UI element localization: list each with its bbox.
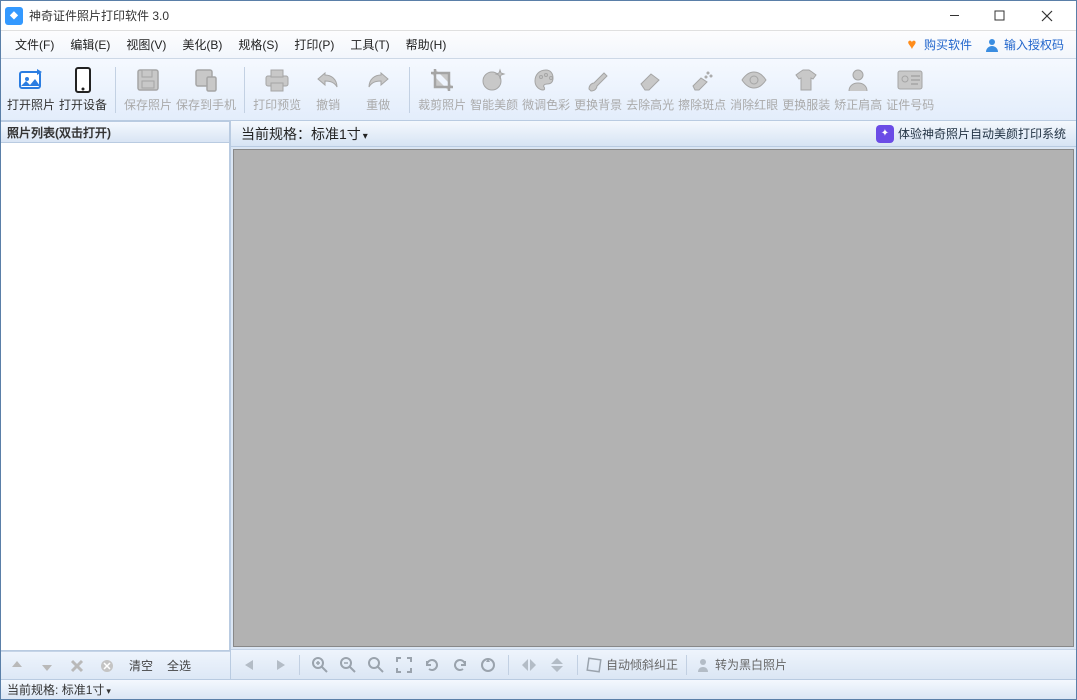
shoulder-icon (844, 66, 872, 94)
minimize-button[interactable] (932, 2, 977, 30)
change-clothes-button[interactable]: 更换服装 (780, 62, 832, 118)
menu-beautify[interactable]: 美化(B) (174, 32, 230, 57)
undo-button[interactable]: 撤销 (303, 62, 353, 118)
image-canvas[interactable] (233, 149, 1074, 647)
printer-icon (263, 66, 291, 94)
id-number-button[interactable]: 证件号码 (884, 62, 936, 118)
canvas-panel: 当前规格： 标准1寸▾ ✦体验神奇照片自动美颜打印系统 自动倾斜纠正 转为黑白照… (231, 121, 1076, 679)
menu-edit[interactable]: 编辑(E) (62, 32, 118, 57)
smart-beauty-button[interactable]: 智能美颜 (468, 62, 520, 118)
rotate-180-button[interactable] (476, 654, 500, 676)
redo-icon (364, 66, 392, 94)
adjust-color-button[interactable]: 微调色彩 (520, 62, 572, 118)
eraser-icon (636, 66, 664, 94)
user-icon (984, 37, 1000, 53)
status-spec-label: 当前规格: (7, 681, 58, 698)
remove-spots-button[interactable]: 擦除斑点 (676, 62, 728, 118)
app-icon: ◆ (5, 7, 23, 25)
flip-h-button[interactable] (517, 654, 541, 676)
spec-bar: 当前规格： 标准1寸▾ ✦体验神奇照片自动美颜打印系统 (231, 121, 1076, 147)
change-bg-button[interactable]: 更换背景 (572, 62, 624, 118)
photo-list[interactable] (1, 143, 230, 651)
photo-list-panel: 照片列表(双击打开) 清空 全选 (1, 121, 231, 679)
save-photo-button[interactable]: 保存照片 (122, 62, 174, 118)
redo-button[interactable]: 重做 (353, 62, 403, 118)
spec-label: 当前规格： (241, 124, 311, 144)
buy-software-link[interactable]: ♥购买软件 (898, 34, 978, 55)
spots-icon (688, 66, 716, 94)
main-toolbar: 打开照片 打开设备 保存照片 保存到手机 打印预览 撤销 重做 裁剪照片 智能美… (1, 59, 1076, 121)
zoom-out-button[interactable] (336, 654, 360, 676)
menu-print[interactable]: 打印(P) (286, 32, 342, 57)
heart-icon: ♥ (904, 37, 920, 53)
close-button[interactable] (1022, 2, 1072, 30)
menu-view[interactable]: 视图(V) (118, 32, 174, 57)
crop-button[interactable]: 裁剪照片 (416, 62, 468, 118)
clear-button[interactable]: 清空 (125, 655, 157, 676)
title-bar: ◆ 神奇证件照片打印软件 3.0 (1, 1, 1076, 31)
select-all-button[interactable]: 全选 (163, 655, 195, 676)
open-photo-button[interactable]: 打开照片 (5, 62, 57, 118)
phone-icon (69, 66, 97, 94)
eye-icon (740, 66, 768, 94)
delete-button[interactable] (65, 655, 89, 677)
status-spec-dropdown[interactable]: 标准1寸▾ (62, 681, 111, 698)
photo-list-toolbar: 清空 全选 (1, 651, 230, 679)
prev-button[interactable] (239, 654, 263, 676)
rotate-right-button[interactable] (448, 654, 472, 676)
fit-button[interactable] (392, 654, 416, 676)
move-down-button[interactable] (35, 655, 59, 677)
canvas-toolbar: 自动倾斜纠正 转为黑白照片 (231, 649, 1076, 679)
palette-icon (532, 66, 560, 94)
menu-file[interactable]: 文件(F) (7, 32, 62, 57)
zoom-actual-button[interactable] (364, 654, 388, 676)
next-button[interactable] (267, 654, 291, 676)
window-title: 神奇证件照片打印软件 3.0 (29, 7, 932, 24)
move-up-button[interactable] (5, 655, 29, 677)
open-photo-icon (17, 66, 45, 94)
menu-spec[interactable]: 规格(S) (230, 32, 286, 57)
promo-icon: ✦ (876, 125, 894, 143)
maximize-button[interactable] (977, 2, 1022, 30)
clothes-icon (792, 66, 820, 94)
promo-link[interactable]: ✦体验神奇照片自动美颜打印系统 (876, 125, 1066, 143)
save-phone-icon (192, 66, 220, 94)
enter-license-link[interactable]: 输入授权码 (978, 34, 1070, 55)
status-bar: 当前规格: 标准1寸▾ (1, 679, 1076, 699)
photo-list-header: 照片列表(双击打开) (1, 121, 230, 143)
flip-v-button[interactable] (545, 654, 569, 676)
menu-bar: 文件(F) 编辑(E) 视图(V) 美化(B) 规格(S) 打印(P) 工具(T… (1, 31, 1076, 59)
rotate-left-button[interactable] (420, 654, 444, 676)
auto-tilt-button[interactable]: 自动倾斜纠正 (586, 656, 678, 673)
save-to-phone-button[interactable]: 保存到手机 (174, 62, 238, 118)
print-preview-button[interactable]: 打印预览 (251, 62, 303, 118)
crop-icon (428, 66, 456, 94)
menu-help[interactable]: 帮助(H) (398, 32, 455, 57)
save-icon (134, 66, 162, 94)
brush-icon (584, 66, 612, 94)
remove-highlight-button[interactable]: 去除高光 (624, 62, 676, 118)
idcard-icon (896, 66, 924, 94)
remove-button[interactable] (95, 655, 119, 677)
remove-redeye-button[interactable]: 消除红眼 (728, 62, 780, 118)
menu-tools[interactable]: 工具(T) (342, 32, 397, 57)
undo-icon (314, 66, 342, 94)
spec-dropdown[interactable]: 标准1寸▾ (311, 124, 368, 144)
to-bw-button[interactable]: 转为黑白照片 (695, 656, 787, 673)
shoulder-button[interactable]: 矫正肩高 (832, 62, 884, 118)
open-device-button[interactable]: 打开设备 (57, 62, 109, 118)
main-area: 照片列表(双击打开) 清空 全选 当前规格： 标准1寸▾ ✦体验神奇照片自动美颜… (1, 121, 1076, 679)
face-sparkle-icon (480, 66, 508, 94)
zoom-in-button[interactable] (308, 654, 332, 676)
